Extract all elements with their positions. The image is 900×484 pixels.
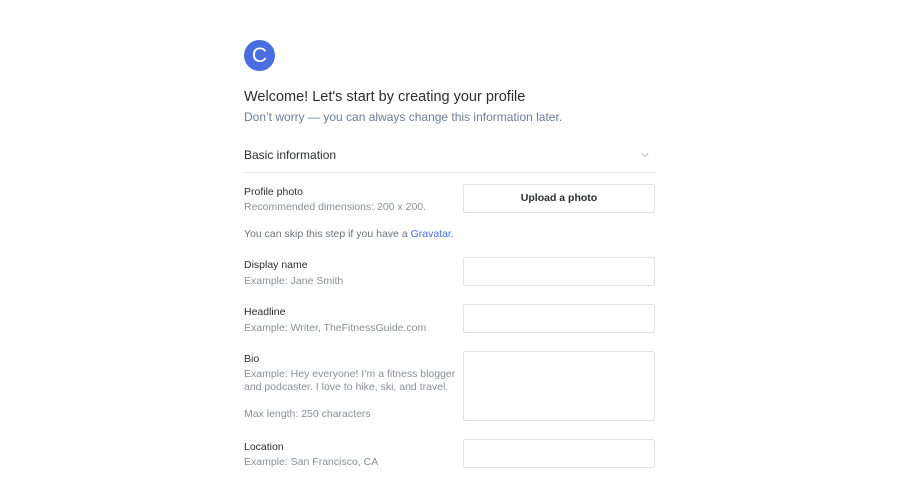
gravatar-note-suffix: .	[450, 228, 454, 240]
profile-photo-label: Profile photo	[244, 186, 303, 198]
section-title: Basic information	[244, 148, 337, 162]
bio-max-length: Max length: 250 characters	[244, 408, 371, 420]
gravatar-link[interactable]: Gravatar	[411, 228, 451, 240]
display-name-label: Display name	[244, 259, 308, 271]
brand-logo-letter: C	[251, 44, 268, 67]
bio-textarea[interactable]	[463, 351, 655, 421]
bio-label: Bio	[244, 353, 260, 365]
page-title: Welcome! Let's start by creating your pr…	[244, 89, 526, 105]
chevron-down-icon[interactable]	[640, 151, 650, 159]
location-label: Location	[244, 441, 284, 453]
section-header-basic-information[interactable]: Basic information	[244, 146, 656, 173]
gravatar-note: You can skip this step if you have a Gra…	[244, 228, 454, 241]
headline-input[interactable]	[463, 304, 655, 333]
gravatar-note-text: You can skip this step if you have a	[244, 228, 411, 240]
location-help: Example: San Francisco, CA	[244, 456, 379, 468]
location-input[interactable]	[463, 439, 655, 468]
display-name-help: Example: Jane Smith	[244, 275, 344, 287]
upload-photo-button[interactable]: Upload a photo	[463, 184, 655, 213]
display-name-input[interactable]	[463, 257, 655, 286]
profile-setup-page: C Welcome! Let's start by creating your …	[0, 0, 900, 484]
brand-logo: C	[244, 40, 275, 71]
profile-photo-help: Recommended dimensions: 200 x 200.	[244, 201, 427, 213]
headline-help: Example: Writer, TheFitnessGuide.com	[244, 322, 427, 334]
page-subtitle: Don’t worry — you can always change this…	[244, 110, 563, 124]
bio-help: Example: Hey everyone! I’m a fitness blo…	[244, 368, 456, 393]
headline-label: Headline	[244, 306, 286, 318]
